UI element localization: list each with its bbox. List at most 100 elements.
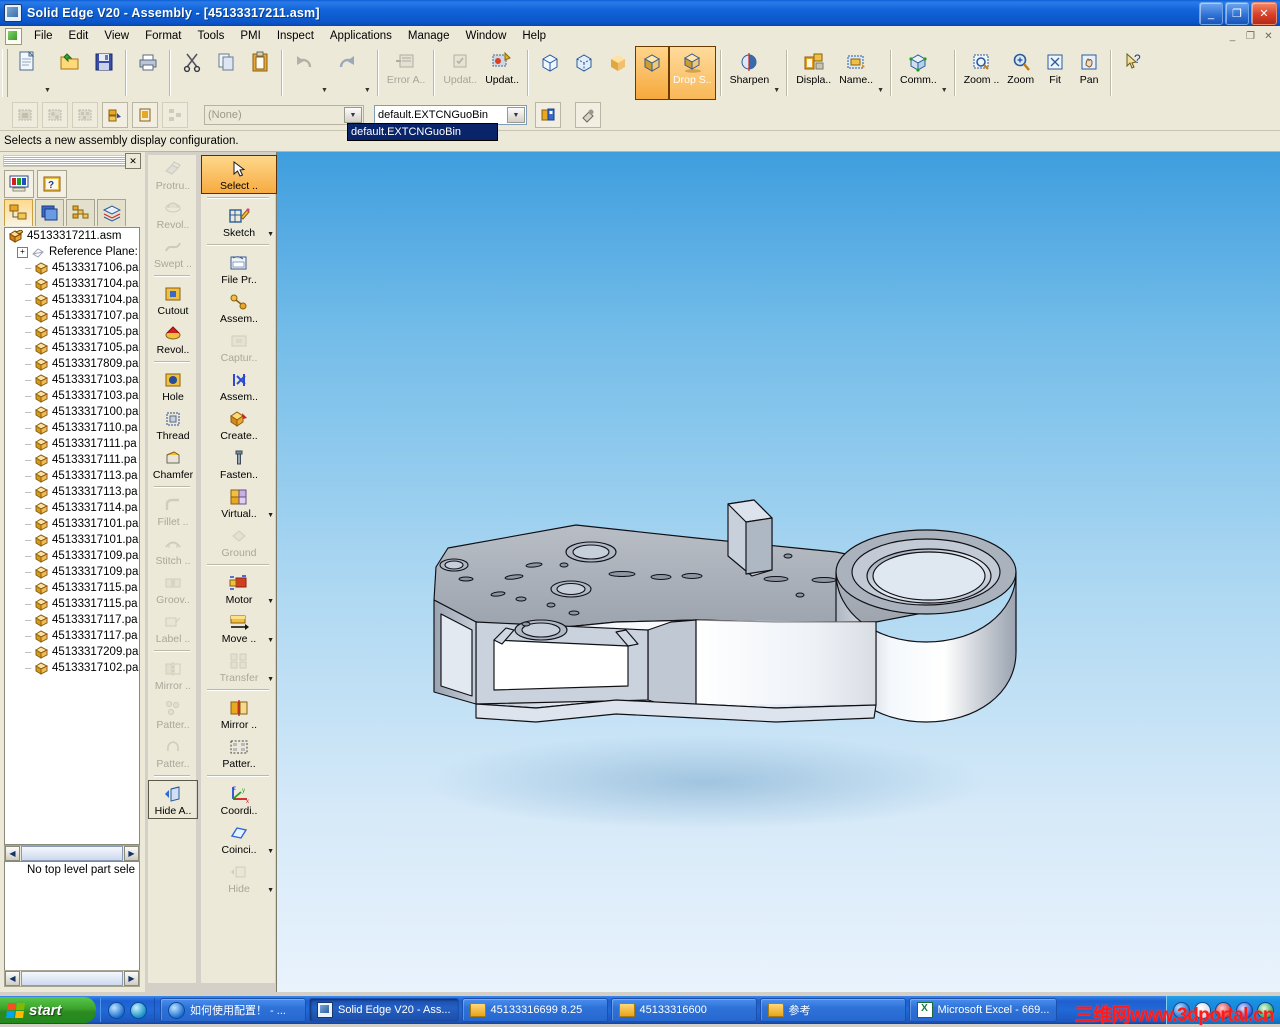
sharpen-dropdown-arrow[interactable]: ▼: [773, 87, 780, 94]
tree-item[interactable]: ─ 45133317115.pa: [5, 580, 139, 596]
menu-item-manage[interactable]: Manage: [400, 28, 458, 44]
tab-assembly-pathfinder[interactable]: [4, 199, 33, 226]
motor-dropdown-arrow[interactable]: ▼: [267, 598, 274, 605]
select-all-parts-button[interactable]: [72, 102, 98, 128]
pattern-components-button[interactable]: Patter..: [201, 733, 277, 772]
select-parts-button[interactable]: [42, 102, 68, 128]
named-views-button[interactable]: Name..: [835, 46, 877, 100]
protrusion-button[interactable]: Protru..: [148, 155, 198, 194]
copy-button[interactable]: [209, 46, 243, 100]
revolved-cutout-button[interactable]: Revol..: [148, 319, 198, 358]
menu-item-help[interactable]: Help: [514, 28, 554, 44]
capture-fit-button[interactable]: Captur..: [201, 327, 277, 366]
document-icon[interactable]: [5, 27, 22, 45]
close-button[interactable]: ✕: [1251, 2, 1277, 25]
tree-item[interactable]: ─ 45133317113.pa: [5, 484, 139, 500]
hide-all-button[interactable]: Hide A..: [148, 780, 198, 819]
tree-item[interactable]: ─ 45133317114.pa: [5, 500, 139, 516]
drop-shadow-button[interactable]: Drop S..: [669, 46, 716, 100]
shaded-view-3-button[interactable]: [601, 46, 635, 100]
task-ie-window[interactable]: 如何使用配置！ - ...: [160, 998, 306, 1022]
edgebar-drag-grip[interactable]: [3, 155, 130, 167]
new-document-button[interactable]: [10, 46, 44, 100]
tree-item[interactable]: ─ 45133317107.pa: [5, 308, 139, 324]
ground-button[interactable]: Ground: [201, 522, 277, 561]
tree-scroll-thumb[interactable]: [21, 846, 123, 861]
assembly-relation-button[interactable]: Assem..: [201, 288, 277, 327]
graphics-view[interactable]: X Y Z: [276, 152, 1280, 992]
tree-item[interactable]: ─ 45133317103.pa: [5, 372, 139, 388]
assembly-pathfinder-tree[interactable]: 45133317211.asm + Reference Plane: ─ 4513331…: [4, 227, 140, 845]
menu-item-tools[interactable]: Tools: [190, 28, 233, 44]
display-configuration-chevron-down-icon[interactable]: ▼: [507, 107, 525, 123]
menu-item-applications[interactable]: Applications: [322, 28, 400, 44]
shaded-view-2-button[interactable]: [567, 46, 601, 100]
display-configuration-combo[interactable]: default.EXTCNGuoBin ▼: [374, 105, 527, 125]
top-level-parts-panel[interactable]: No top level part sele: [4, 861, 140, 971]
tree-item[interactable]: ─ 45133317100.pa: [5, 404, 139, 420]
menu-item-inspect[interactable]: Inspect: [269, 28, 322, 44]
display-configuration-manager-button[interactable]: [535, 102, 561, 128]
zone-combo[interactable]: (None) ▼: [204, 105, 364, 125]
select-tool-button[interactable]: [12, 102, 38, 128]
minimize-button[interactable]: _: [1199, 2, 1223, 25]
lower-panel-horizontal-scrollbar[interactable]: ◀ ▶: [4, 970, 140, 987]
sharpen-button[interactable]: Sharpen: [726, 46, 774, 100]
menu-item-edit[interactable]: Edit: [61, 28, 97, 44]
named-views-dropdown-arrow[interactable]: ▼: [877, 87, 884, 94]
tree-item[interactable]: ─ 45133317102.pa: [5, 660, 139, 676]
print-document-button[interactable]: [131, 46, 165, 100]
undo-button[interactable]: [287, 46, 321, 100]
tree-item[interactable]: ─ 45133317113.pa: [5, 468, 139, 484]
zoom-button[interactable]: Zoom: [1003, 46, 1038, 100]
tab-feature-library[interactable]: [35, 199, 64, 226]
redo-dropdown-arrow[interactable]: ▼: [364, 87, 371, 94]
select-tool-button[interactable]: Select ..: [201, 155, 277, 194]
sketch-dropdown-arrow[interactable]: ▼: [267, 231, 274, 238]
tree-item[interactable]: 45133317211.asm: [5, 228, 139, 244]
virtual-component-button[interactable]: Virtual.. ▼: [201, 483, 277, 522]
cut-button[interactable]: [175, 46, 209, 100]
pattern-1-button[interactable]: Patter..: [148, 694, 198, 733]
tree-item[interactable]: ─ 45133317110.pa: [5, 420, 139, 436]
pan-button[interactable]: Pan: [1072, 46, 1106, 100]
virtual-component-dropdown-arrow[interactable]: ▼: [267, 512, 274, 519]
task-folder-45133316699[interactable]: 45133316699 8.25: [461, 998, 608, 1022]
undo-dropdown-arrow[interactable]: ▼: [321, 87, 328, 94]
zoom-area-button[interactable]: Zoom ..: [960, 46, 1004, 100]
tree-item[interactable]: ─ 45133317115.pa: [5, 596, 139, 612]
move-part-dropdown-arrow[interactable]: ▼: [267, 637, 274, 644]
lower-scroll-thumb[interactable]: [21, 971, 123, 986]
transfer-dropdown-arrow[interactable]: ▼: [267, 676, 274, 683]
tree-item[interactable]: ─ 45133317101.pa: [5, 532, 139, 548]
common-views-button[interactable]: Comm..: [896, 46, 941, 100]
tree-horizontal-scrollbar[interactable]: ◀ ▶: [4, 845, 140, 862]
browser-icon[interactable]: [130, 1001, 147, 1019]
task-excel[interactable]: X Microsoft Excel - 669...: [908, 998, 1058, 1022]
transfer-button[interactable]: Transfer ▼: [201, 647, 277, 686]
tree-scroll-right-arrow[interactable]: ▶: [124, 846, 139, 861]
mdi-minimize-button[interactable]: _: [1225, 29, 1240, 43]
update-button-1[interactable]: Updat..: [439, 46, 481, 100]
panel-tab-help[interactable]: ?: [37, 170, 67, 198]
whats-this-help-button[interactable]: ?: [1116, 46, 1150, 100]
menu-item-format[interactable]: Format: [137, 28, 189, 44]
maximize-button[interactable]: ❐: [1225, 2, 1249, 25]
paste-button[interactable]: [243, 46, 277, 100]
activate-part-button[interactable]: [132, 102, 158, 128]
swept-protrusion-button[interactable]: Swept ..: [148, 233, 198, 272]
coincident-plane-button[interactable]: Coinci.. ▼: [201, 819, 277, 858]
coordinate-system-button[interactable]: z y x Coordi..: [201, 780, 277, 819]
show-hide-button[interactable]: [102, 102, 128, 128]
save-document-button[interactable]: [87, 46, 121, 100]
hole-button[interactable]: Hole: [148, 366, 198, 405]
pattern-2-button[interactable]: Patter..: [148, 733, 198, 772]
lower-scroll-left-arrow[interactable]: ◀: [5, 971, 20, 986]
tree-expander-plus-icon[interactable]: +: [17, 246, 28, 258]
menu-item-file[interactable]: File: [26, 28, 61, 44]
mdi-restore-button[interactable]: ❐: [1243, 29, 1258, 43]
panel-tab-edgebar[interactable]: [4, 170, 34, 198]
menu-item-view[interactable]: View: [96, 28, 137, 44]
tree-item[interactable]: ─ 45133317109.pa: [5, 564, 139, 580]
display-configuration-button[interactable]: Displa..: [792, 46, 835, 100]
